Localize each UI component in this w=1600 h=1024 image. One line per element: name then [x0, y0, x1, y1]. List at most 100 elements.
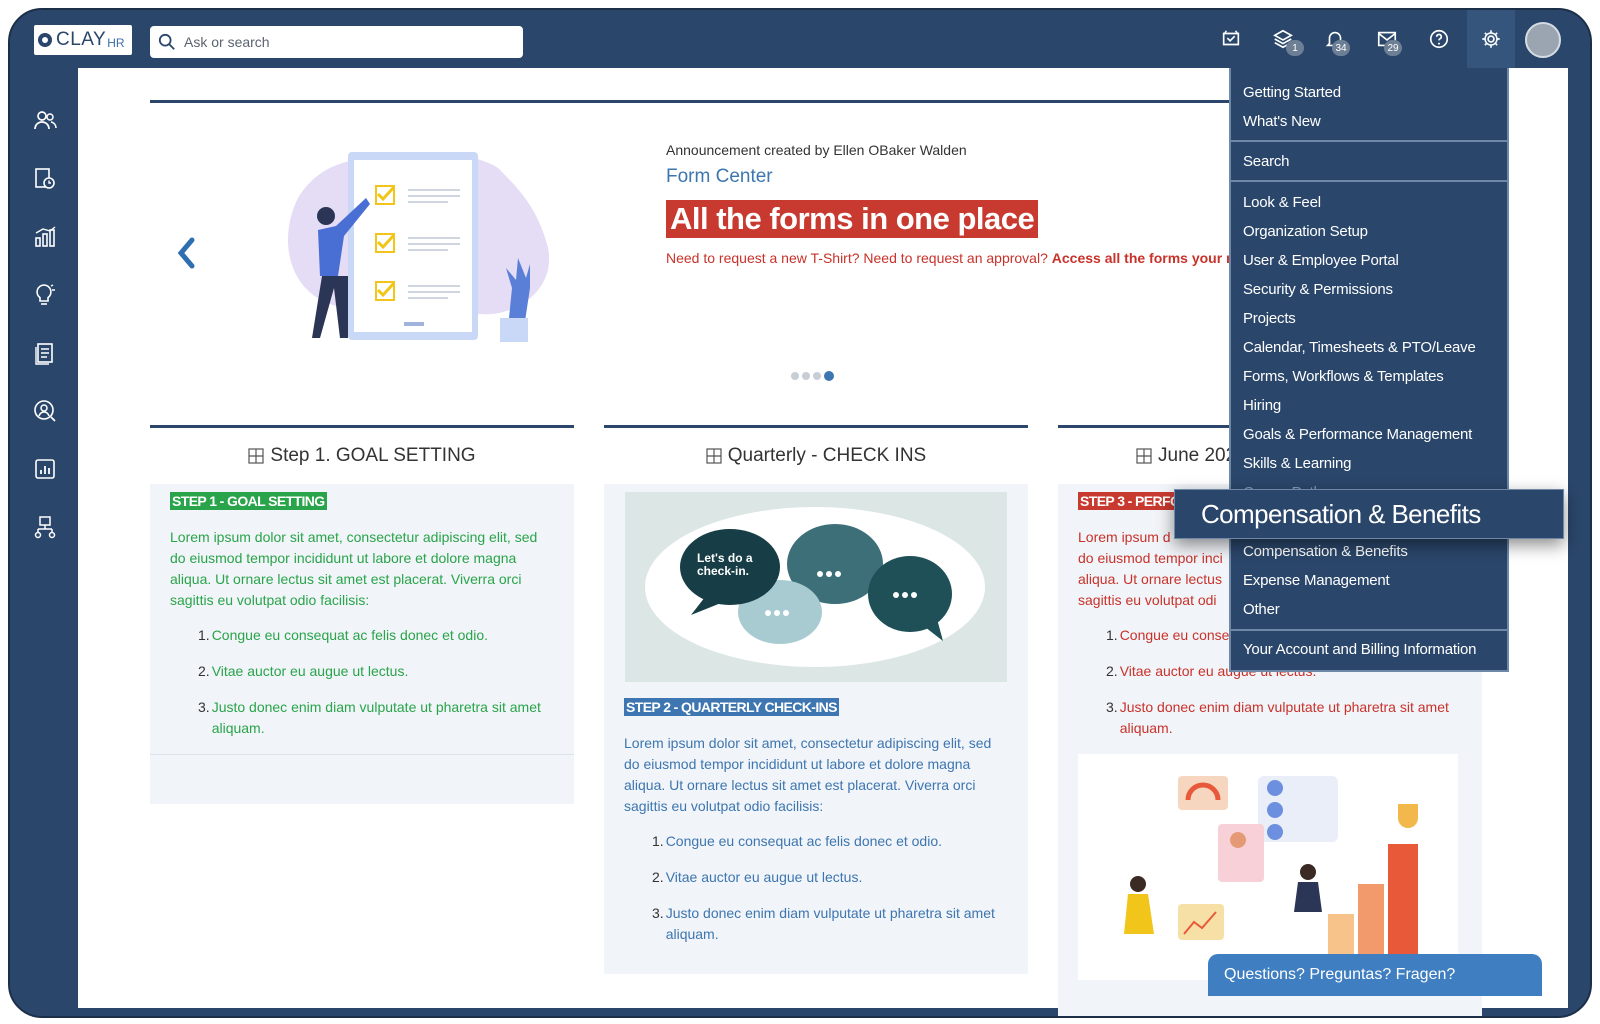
clayhr-logo[interactable]: CLAY HR: [34, 25, 132, 55]
org-chart-icon[interactable]: [32, 514, 58, 540]
search-person-icon[interactable]: [32, 398, 58, 424]
chart-icon[interactable]: [32, 224, 58, 250]
menu-item-compensation-benefits[interactable]: Compensation & Benefits: [1243, 543, 1408, 560]
search-icon: [158, 33, 175, 50]
list-item: 1. Congue eu consequat ac felis donec et …: [198, 625, 554, 646]
card-body: Let's do a check-in. STEP 2 - QUARTERLY …: [604, 484, 1028, 974]
list-item-text: Justo donec enim diam vulputate ut phare…: [1119, 699, 1449, 736]
inbox-check-icon[interactable]: [1218, 26, 1244, 52]
people-icon[interactable]: [32, 108, 58, 134]
callout-label: Compensation & Benefits: [1201, 498, 1481, 529]
card-paragraph: Lorem ipsum dolor sit amet, consectetur …: [624, 735, 992, 814]
left-sidebar: [10, 68, 78, 1016]
chevron-left-icon[interactable]: [176, 236, 198, 270]
carousel-dot[interactable]: [791, 372, 799, 380]
menu-item-organization-setup[interactable]: Organization Setup: [1243, 223, 1368, 240]
card-title-text: Quarterly - CHECK INS: [727, 445, 927, 466]
announcement-headline: All the forms in one place: [666, 200, 1039, 238]
step-tag: STEP 3 - PERFC: [1078, 492, 1182, 510]
menu-item-other[interactable]: Other: [1243, 601, 1280, 618]
menu-item-security-permissions[interactable]: Security & Permissions: [1243, 281, 1393, 298]
list-item-text: Vitae auctor eu augue ut lectus.: [665, 869, 863, 885]
checkin-illustration: Let's do a check-in.: [625, 492, 1007, 682]
gear-icon: [1478, 26, 1504, 52]
card-body: STEP 1 - GOAL SETTING Lorem ipsum dolor …: [150, 484, 574, 804]
notifications-badge: 34: [1332, 40, 1350, 56]
lightbulb-icon[interactable]: [32, 282, 58, 308]
forms-illustration: [288, 152, 550, 342]
documents-icon[interactable]: [32, 340, 58, 366]
menu-item-user-employee-portal[interactable]: User & Employee Portal: [1243, 252, 1399, 269]
menu-item-account-billing[interactable]: Your Account and Billing Information: [1243, 641, 1476, 658]
menu-separator: [1231, 180, 1507, 182]
menu-item-hiring[interactable]: Hiring: [1243, 397, 1281, 414]
mail-badge: 29: [1384, 40, 1402, 56]
goal-setting-card: Step 1. GOAL SETTING STEP 1 - GOAL SETTI…: [150, 425, 574, 804]
app-window: CLAY HR Ask or search 1 34 29 Announceme…: [8, 8, 1592, 1018]
clock-doc-icon[interactable]: [32, 166, 58, 192]
announcement-title[interactable]: Form Center: [666, 166, 773, 188]
settings-button[interactable]: [1467, 10, 1515, 68]
table-icon: [248, 448, 264, 464]
announcement-author: Announcement created by Ellen OBaker Wal…: [666, 142, 967, 158]
list-item: 3. Justo donec enim diam vulputate ut pha…: [652, 903, 1008, 945]
card-list: 1. Congue eu consequat ac felis donec et …: [624, 831, 1008, 945]
card-title: Step 1. GOAL SETTING: [150, 428, 574, 484]
card-list: 1. Congue eu consequat ac felis donec et …: [170, 625, 554, 739]
quarterly-checkins-card: Quarterly - CHECK INS Let's do a check-i…: [604, 425, 1028, 974]
help-button-label: Questions? Preguntas? Fragen?: [1224, 966, 1456, 983]
highlighted-menu-callout[interactable]: Compensation & Benefits: [1174, 489, 1564, 539]
card-paragraph: Lorem ipsum dolor sit amet, consectetur …: [170, 529, 538, 608]
card-title-text: June 202: [1158, 445, 1237, 466]
list-item-text: Congue eu consequat ac felis donec et od…: [665, 833, 942, 849]
performance-illustration: [1078, 754, 1458, 980]
list-item-text: Justo donec enim diam vulputate ut phare…: [665, 905, 995, 942]
top-bar: CLAY HR Ask or search 1 34 29: [10, 10, 1590, 68]
list-item: 3. Justo donec enim diam vulputate ut pha…: [1106, 697, 1462, 739]
list-item-text: Congue eu consequat ac felis donec et od…: [211, 627, 488, 643]
help-icon[interactable]: [1426, 26, 1452, 52]
table-icon: [706, 448, 722, 464]
logo-suffix: HR: [107, 35, 125, 50]
menu-item-skills-learning[interactable]: Skills & Learning: [1243, 455, 1352, 472]
step-tag: STEP 2 - QUARTERLY CHECK-INS: [624, 698, 839, 716]
menu-item-getting-started[interactable]: Getting Started: [1243, 84, 1341, 101]
user-avatar[interactable]: [1525, 22, 1561, 58]
bubble-text: Let's do a check-in.: [697, 551, 753, 578]
menu-item-expense-management[interactable]: Expense Management: [1243, 572, 1390, 589]
list-item: 2. Vitae auctor eu augue ut lectus.: [198, 661, 554, 682]
menu-item-projects[interactable]: Projects: [1243, 310, 1296, 327]
list-item: 3. Justo donec enim diam vulputate ut pha…: [198, 697, 554, 739]
carousel-dot[interactable]: [802, 372, 810, 380]
search-input[interactable]: Ask or search: [150, 26, 523, 58]
carousel-dot[interactable]: [813, 372, 821, 380]
step-tag: STEP 1 - GOAL SETTING: [170, 492, 327, 510]
card-footer-divider: [150, 754, 574, 755]
list-item-text: Congue eu conse: [1119, 627, 1230, 643]
menu-separator: [1231, 140, 1507, 142]
list-item-text: Vitae auctor eu augue ut lectus.: [211, 663, 409, 679]
logo-mark-icon: [38, 33, 52, 47]
announcement-desc-link[interactable]: Access all the forms your ne: [1052, 250, 1236, 266]
search-placeholder: Ask or search: [184, 34, 270, 50]
carousel-dots: [791, 371, 834, 381]
table-icon: [1136, 448, 1152, 464]
list-item-text: Justo donec enim diam vulputate ut phare…: [211, 699, 541, 736]
menu-item-whats-new[interactable]: What's New: [1243, 113, 1321, 130]
menu-item-goals-performance[interactable]: Goals & Performance Management: [1243, 426, 1472, 443]
menu-item-calendar-timesheets[interactable]: Calendar, Timesheets & PTO/Leave: [1243, 339, 1476, 356]
announcement-divider: [150, 100, 1250, 103]
menu-item-forms-workflows[interactable]: Forms, Workflows & Templates: [1243, 368, 1444, 385]
settings-dropdown-menu: Getting Started What's New Search Look &…: [1229, 68, 1509, 672]
report-icon[interactable]: [32, 456, 58, 482]
menu-item-look-and-feel[interactable]: Look & Feel: [1243, 194, 1321, 211]
carousel-dot-active[interactable]: [824, 371, 834, 381]
menu-item-search[interactable]: Search: [1243, 153, 1290, 170]
card-title: Quarterly - CHECK INS: [604, 428, 1028, 484]
announcement-desc-lead: Need to request a new T-Shirt? Need to r…: [666, 250, 1052, 266]
announcement-description: Need to request a new T-Shirt? Need to r…: [666, 250, 1236, 266]
questions-help-button[interactable]: Questions? Preguntas? Fragen?: [1208, 954, 1542, 996]
card-title-text: Step 1. GOAL SETTING: [270, 445, 476, 466]
menu-separator: [1231, 629, 1507, 631]
list-item: 2. Vitae auctor eu augue ut lectus.: [652, 867, 1008, 888]
